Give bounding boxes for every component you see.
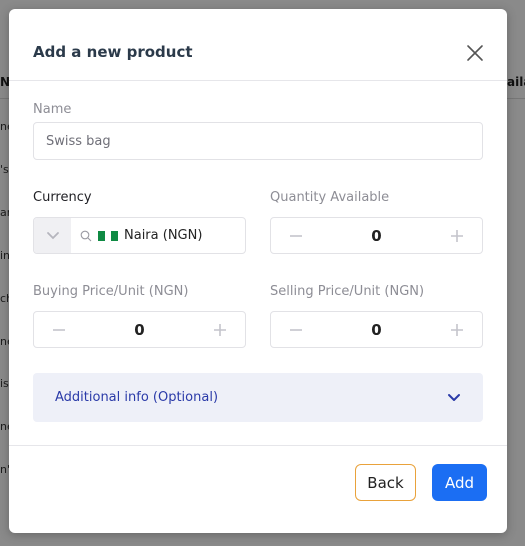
quantity-value[interactable]: 0 <box>371 227 381 245</box>
quantity-increment-button[interactable] <box>450 229 464 243</box>
name-input[interactable]: Swiss bag <box>33 122 483 160</box>
plus-icon <box>451 229 463 242</box>
search-icon <box>80 230 92 241</box>
background-column-header: ailab <box>507 75 525 89</box>
buying-price-increment-button[interactable] <box>213 323 227 337</box>
quantity-decrement-button[interactable] <box>289 229 303 243</box>
plus-icon <box>214 323 226 336</box>
footer-divider <box>9 445 507 446</box>
selling-price-stepper: 0 <box>270 311 483 348</box>
chevron-down-icon <box>448 393 460 401</box>
buying-price-stepper: 0 <box>33 311 246 348</box>
currency-label: Currency <box>33 190 92 205</box>
currency-select[interactable]: Naira (NGN) <box>33 217 246 254</box>
close-icon[interactable] <box>465 43 485 63</box>
currency-dropdown-toggle[interactable] <box>34 218 71 253</box>
background-row-fragment: 's <box>0 163 9 176</box>
name-label: Name <box>33 102 72 117</box>
plus-icon <box>451 323 463 336</box>
quantity-stepper: 0 <box>270 217 483 254</box>
chevron-down-icon <box>46 231 59 239</box>
currency-value: Naira (NGN) <box>124 228 203 243</box>
quantity-label: Quantity Available <box>270 190 390 205</box>
name-input-value: Swiss bag <box>46 133 111 149</box>
minus-icon <box>290 328 302 331</box>
minus-icon <box>290 234 302 237</box>
selling-price-value[interactable]: 0 <box>371 321 381 339</box>
selling-price-decrement-button[interactable] <box>289 323 303 337</box>
buying-price-value[interactable]: 0 <box>134 321 144 339</box>
additional-info-label: Additional info (Optional) <box>55 390 219 405</box>
nigeria-flag-icon <box>98 230 119 241</box>
add-product-modal: Add a new product Name Swiss bag Currenc… <box>9 9 507 533</box>
buying-price-decrement-button[interactable] <box>52 323 66 337</box>
modal-title: Add a new product <box>33 43 193 61</box>
add-button[interactable]: Add <box>432 464 487 501</box>
minus-icon <box>53 328 65 331</box>
back-button[interactable]: Back <box>355 464 416 501</box>
buying-price-label: Buying Price/Unit (NGN) <box>33 284 189 299</box>
additional-info-accordion[interactable]: Additional info (Optional) <box>33 373 483 422</box>
header-divider <box>9 80 507 81</box>
selling-price-increment-button[interactable] <box>450 323 464 337</box>
selling-price-label: Selling Price/Unit (NGN) <box>270 284 425 299</box>
